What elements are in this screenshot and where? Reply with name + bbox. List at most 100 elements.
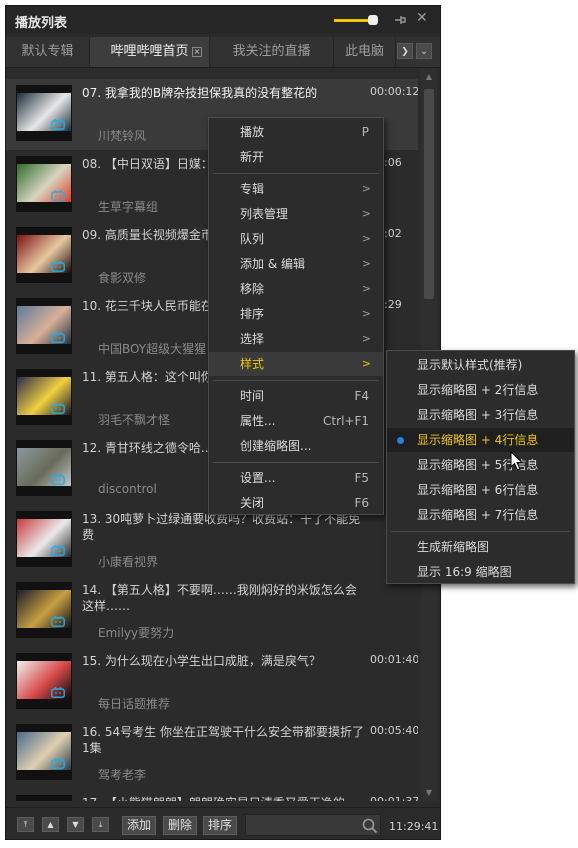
bilibili-tv-icon — [51, 119, 65, 130]
playlist-item[interactable]: 17. 【小熊猫朗朗】朗朗确实是只清秀又爱干净的00:01:37 — [6, 789, 418, 801]
playlist-item[interactable]: 14. 【第五人格】不要啊……我刚焖好的米饭怎么会这样…… Emilyy要努力 — [6, 576, 418, 647]
video-thumbnail — [16, 582, 72, 638]
context-menu-item[interactable]: 移除 > — [209, 277, 383, 301]
context-menu-item[interactable]: 创建缩略图... — [209, 434, 383, 458]
menu-item-label: 样式 — [240, 357, 265, 371]
bottom-toolbar: ⤒ ▲ ▼ ⤓ 添加 删除 排序 11:29:41 — [6, 807, 440, 839]
menu-shortcut: P — [361, 125, 369, 139]
menu-separator — [213, 462, 379, 463]
submenu-arrow-icon: > — [361, 357, 371, 370]
scroll-down-icon[interactable]: ▼ — [423, 787, 435, 799]
context-menu-item[interactable]: 样式 > — [209, 352, 383, 376]
context-menu-item[interactable]: 时间 F4 — [209, 384, 383, 408]
search-input[interactable] — [245, 814, 381, 836]
move-top-icon[interactable]: ⤒ — [17, 817, 34, 832]
menu-separator — [213, 380, 379, 381]
menu-item-label: 播放 — [240, 125, 265, 139]
context-menu-item[interactable]: 播放 P — [209, 120, 383, 144]
context-menu-item[interactable]: 新开 — [209, 145, 383, 169]
style-option[interactable]: 显示默认样式(推荐) — [387, 353, 574, 377]
menu-separator — [213, 173, 379, 174]
scrollbar-thumb[interactable] — [424, 89, 434, 299]
video-title: 16. 54号考生 你坐在正驾驶干什么安全带都要摸折了 1集 — [82, 725, 364, 755]
style-option[interactable]: 显示缩略图 + 3行信息 — [387, 403, 574, 427]
pin-icon[interactable] — [393, 13, 407, 27]
style-option[interactable]: 生成新缩略图 — [387, 535, 574, 559]
menu-item-label: 新开 — [240, 150, 265, 164]
style-option[interactable]: 显示缩略图 + 6行信息 — [387, 478, 574, 502]
menu-item-label: 属性... — [240, 414, 276, 428]
bilibili-tv-icon — [51, 190, 65, 201]
menu-shortcut: F6 — [354, 496, 369, 510]
close-icon[interactable]: ✕ — [416, 10, 428, 26]
tab-bilibili-home[interactable]: 哔哩哔哩首页 × — [90, 37, 210, 67]
scroll-up-icon[interactable]: ▲ — [423, 71, 435, 83]
video-duration: 00:00:12 — [370, 85, 418, 98]
tab-default-album[interactable]: 默认专辑 — [6, 37, 90, 67]
bilibili-tv-icon — [51, 474, 65, 485]
video-thumbnail — [16, 298, 72, 354]
move-up-icon[interactable]: ▲ — [42, 817, 59, 832]
search-icon[interactable] — [362, 818, 378, 834]
context-menu-item[interactable]: 设置... F5 — [209, 466, 383, 490]
style-option-label: 显示缩略图 + 7行信息 — [417, 508, 539, 522]
style-option[interactable]: 显示 16:9 缩略图 — [387, 560, 574, 584]
submenu-arrow-icon: > — [361, 332, 371, 345]
bilibili-tv-icon — [51, 332, 65, 343]
video-uploader: 驾考老李 — [98, 768, 147, 782]
style-option[interactable]: 显示缩略图 + 5行信息 — [387, 453, 574, 477]
context-menu-item[interactable]: 关闭 F6 — [209, 491, 383, 515]
sort-button[interactable]: 排序 — [203, 816, 238, 835]
context-menu-item[interactable]: 专辑 > — [209, 177, 383, 201]
playlist-item[interactable]: 15. 为什么现在小学生出口成脏，满是戾气？ 00:01:40 每日话题推荐 — [6, 647, 418, 718]
submenu-arrow-icon: > — [361, 207, 371, 220]
tab-followed-live[interactable]: 我关注的直播 — [210, 37, 334, 67]
menu-shortcut: F4 — [354, 389, 369, 403]
tab-close-icon[interactable]: × — [192, 47, 202, 57]
tab-this-pc[interactable]: 此电脑 — [334, 37, 396, 67]
style-option-label: 显示缩略图 + 3行信息 — [417, 408, 539, 422]
volume-slider-knob[interactable] — [368, 15, 378, 25]
context-menu-item[interactable]: 排序 > — [209, 302, 383, 326]
bilibili-tv-icon — [51, 616, 65, 627]
menu-item-label: 时间 — [240, 389, 265, 403]
playlist-item[interactable]: 16. 54号考生 你坐在正驾驶干什么安全带都要摸折了 1集 00:05:40 驾考… — [6, 718, 418, 789]
tab-bar: 默认专辑 哔哩哔哩首页 × 我关注的直播 此电脑 ❯ ⌄ — [6, 37, 440, 68]
playlist-item[interactable]: 13. 30吨萝卜过绿通要收费吗？收费站：干了不能免费 小康看视界 — [6, 505, 418, 576]
video-title: 14. 【第五人格】不要啊……我刚焖好的米饭怎么会这样…… — [82, 583, 357, 613]
video-duration: 00:05:40 — [370, 724, 418, 737]
tab-label: 哔哩哔哩首页 — [110, 44, 189, 59]
video-thumbnail — [16, 85, 72, 141]
context-menu-item[interactable]: 属性... Ctrl+F1 — [209, 409, 383, 433]
tab-list-dropdown-icon[interactable]: ⌄ — [416, 43, 432, 59]
submenu-arrow-icon: > — [361, 307, 371, 320]
tab-scroll-right-icon[interactable]: ❯ — [397, 43, 413, 59]
video-uploader: 羽毛不飘才怪 — [98, 413, 171, 427]
menu-item-label: 队列 — [240, 232, 265, 246]
video-uploader: 中国BOY超级大猩猩 — [98, 342, 207, 356]
style-option-label: 生成新缩略图 — [417, 540, 490, 554]
style-option-label: 显示缩略图 + 6行信息 — [417, 483, 539, 497]
context-menu-item[interactable]: 添加 & 编辑 > — [209, 252, 383, 276]
style-option[interactable]: 显示缩略图 + 2行信息 — [387, 378, 574, 402]
delete-button[interactable]: 删除 — [163, 816, 198, 835]
video-thumbnail — [16, 156, 72, 212]
video-thumbnail — [16, 511, 72, 567]
clock-time: 11:29:41 — [389, 820, 439, 833]
video-title: 15. 为什么现在小学生出口成脏，满是戾气？ — [82, 654, 321, 668]
move-bottom-icon[interactable]: ⤓ — [92, 817, 109, 832]
move-down-icon[interactable]: ▼ — [67, 817, 84, 832]
menu-item-label: 创建缩略图... — [240, 439, 312, 453]
style-option[interactable]: 显示缩略图 + 7行信息 — [387, 503, 574, 527]
menu-item-label: 添加 & 编辑 — [240, 257, 305, 271]
context-menu-item[interactable]: 选择 > — [209, 327, 383, 351]
bilibili-tv-icon — [51, 261, 65, 272]
style-option[interactable]: 显示缩略图 + 4行信息 — [387, 428, 574, 452]
add-button[interactable]: 添加 — [122, 816, 157, 835]
title-bar[interactable]: 播放列表 ✕ — [6, 6, 440, 34]
style-option-label: 显示默认样式(推荐) — [417, 358, 523, 372]
submenu-arrow-icon: > — [361, 282, 371, 295]
context-menu-item[interactable]: 列表管理 > — [209, 202, 383, 226]
video-uploader: Emilyy要努力 — [98, 626, 175, 640]
context-menu-item[interactable]: 队列 > — [209, 227, 383, 251]
